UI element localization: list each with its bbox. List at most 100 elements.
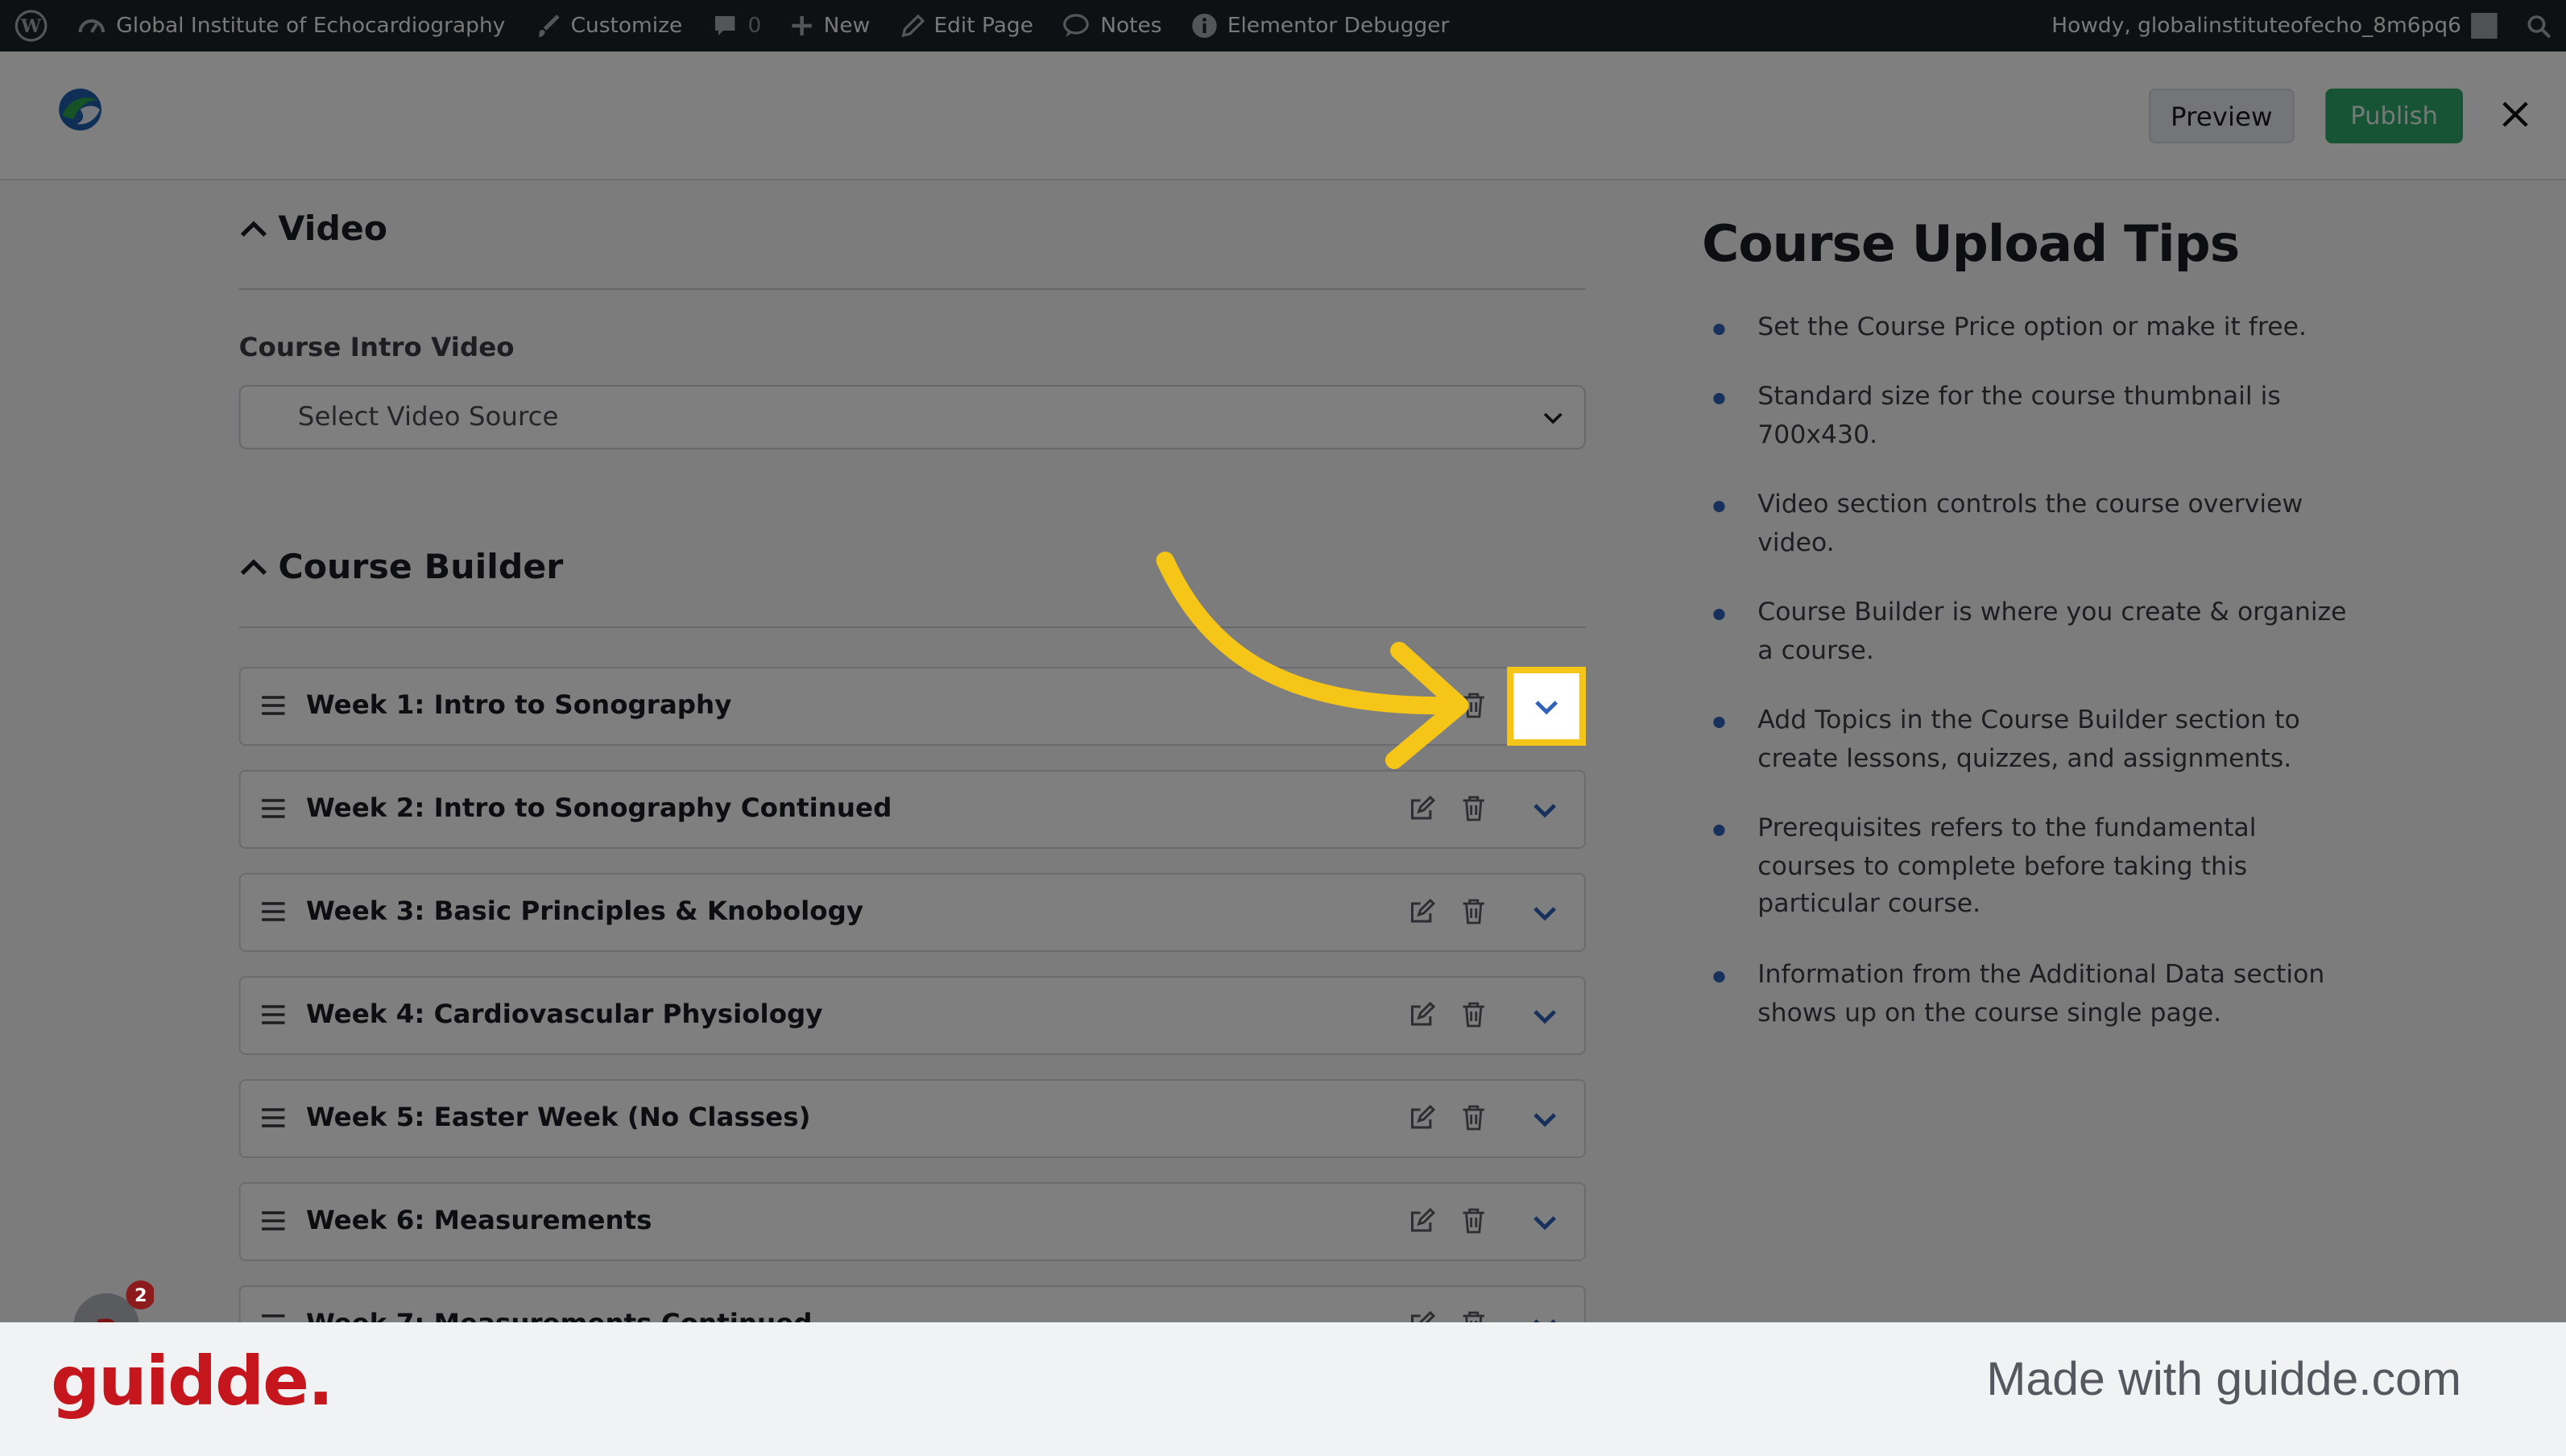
admin-bar-site[interactable]: Global Institute of Echocardiography: [62, 0, 519, 52]
expand-topic-button[interactable]: [1510, 1293, 1579, 1322]
howdy-label: Howdy, globalinstituteofecho_8m6pq6: [2051, 14, 2461, 38]
close-icon: [2502, 101, 2528, 127]
drag-handle-icon[interactable]: [260, 1313, 287, 1322]
drag-handle-icon[interactable]: [260, 1210, 287, 1232]
topic-row[interactable]: Week 4: Cardiovascular Physiology: [238, 976, 1586, 1055]
topic-row[interactable]: Week 6: Measurements: [238, 1182, 1586, 1261]
drag-handle-icon[interactable]: [260, 797, 287, 820]
admin-bar-account[interactable]: Howdy, globalinstituteofecho_8m6pq6: [2037, 0, 2512, 52]
preview-button[interactable]: Preview: [2148, 89, 2295, 143]
pencil-icon: [900, 14, 925, 37]
drag-handle-icon[interactable]: [260, 1106, 287, 1129]
topic-title: Week 2: Intro to Sonography Continued: [305, 792, 892, 823]
divider: [238, 288, 1586, 290]
plus-icon: [792, 16, 813, 35]
topic-title: Week 6: Measurements: [305, 1205, 652, 1235]
chevron-down-icon: [1533, 1319, 1557, 1322]
comments-count: 0: [747, 14, 762, 38]
new-label: New: [823, 14, 871, 38]
info-icon: [1192, 14, 1217, 38]
topic-title: Week 4: Cardiovascular Physiology: [305, 999, 823, 1029]
customize-label: Customize: [570, 14, 683, 38]
publish-button[interactable]: Publish: [2325, 89, 2464, 143]
made-with-label: Made with guidde.com: [1986, 1355, 2461, 1406]
topic-row[interactable]: Week 3: Basic Principles & Knobology: [238, 873, 1586, 952]
admin-bar-new[interactable]: New: [776, 0, 885, 52]
drag-handle-icon[interactable]: [260, 694, 287, 717]
admin-bar-search[interactable]: [2512, 0, 2566, 52]
course-intro-video-label: Course Intro Video: [238, 332, 515, 362]
expand-topic-button[interactable]: [1510, 1087, 1579, 1152]
edit-icon[interactable]: [1409, 1105, 1435, 1131]
debugger-label: Elementor Debugger: [1227, 14, 1450, 38]
chevron-down-icon: [1543, 412, 1562, 424]
admin-bar: W Global Institute of Echocardiography C…: [0, 0, 2566, 52]
video-section-toggle[interactable]: Video: [239, 209, 387, 248]
wordpress-logo-icon[interactable]: W: [0, 0, 62, 52]
trash-icon[interactable]: [1461, 1105, 1485, 1131]
drag-handle-icon[interactable]: [260, 900, 287, 923]
tip-item: Course Builder is where you create & org…: [1713, 594, 2347, 670]
topic-row[interactable]: Week 5: Easter Week (No Classes): [238, 1079, 1586, 1158]
expand-topic-button[interactable]: [1510, 1190, 1579, 1255]
chevron-down-icon: [1533, 1113, 1557, 1127]
paintbrush-icon: [537, 14, 560, 37]
course-builder-section-toggle[interactable]: Course Builder: [239, 548, 564, 586]
trash-icon[interactable]: [1461, 796, 1485, 821]
guidde-logo: guidde.: [50, 1342, 333, 1421]
trash-icon[interactable]: [1461, 1208, 1485, 1234]
edit-icon[interactable]: [1409, 1002, 1435, 1028]
guidde-footer: guidde. Made with guidde.com: [0, 1322, 2566, 1456]
speech-bubble-icon: [1063, 14, 1090, 37]
trash-icon[interactable]: [1461, 899, 1485, 924]
site-name: Global Institute of Echocardiography: [116, 14, 506, 38]
highlighted-expand-button[interactable]: [1507, 667, 1586, 746]
tip-item: Set the Course Price option or make it f…: [1713, 309, 2346, 347]
admin-bar-comments[interactable]: 0: [697, 0, 776, 52]
comment-icon: [714, 16, 735, 35]
course-builder-title: Course Builder: [278, 548, 564, 586]
edit-icon[interactable]: [1409, 796, 1435, 821]
video-section-title: Video: [278, 209, 388, 248]
chevron-down-icon: [1535, 700, 1558, 714]
trash-icon[interactable]: [1461, 1311, 1485, 1322]
edit-icon[interactable]: [1409, 1208, 1435, 1234]
chevron-down-icon: [1533, 1010, 1557, 1024]
admin-bar-edit-page[interactable]: Edit Page: [884, 0, 1048, 52]
chevron-up-icon: [240, 221, 267, 237]
tips-title: Course Upload Tips: [1702, 216, 2240, 274]
notes-label: Notes: [1100, 14, 1162, 38]
admin-bar-elementor-debugger[interactable]: Elementor Debugger: [1177, 0, 1464, 52]
tip-item: Video section controls the course overvi…: [1713, 486, 2346, 562]
expand-topic-button[interactable]: [1510, 881, 1579, 945]
tip-item: Add Topics in the Course Builder section…: [1713, 702, 2346, 778]
avatar: [2471, 13, 2498, 39]
site-logo-icon[interactable]: [57, 87, 103, 132]
expand-topic-button[interactable]: [1510, 984, 1579, 1049]
edit-icon[interactable]: [1409, 1311, 1435, 1322]
admin-bar-customize[interactable]: Customize: [520, 0, 697, 52]
tip-item: Standard size for the course thumbnail i…: [1713, 378, 2346, 454]
topic-title: Week 7: Measurements Continued: [306, 1308, 813, 1322]
edit-icon[interactable]: [1409, 899, 1435, 924]
expand-topic-button[interactable]: [1510, 778, 1579, 842]
admin-bar-notes[interactable]: Notes: [1048, 0, 1177, 52]
video-source-select[interactable]: Select Video Source: [238, 385, 1586, 449]
builder-header: Preview Publish: [0, 52, 2566, 180]
drag-handle-icon[interactable]: [260, 1003, 287, 1026]
video-source-value: Select Video Source: [297, 401, 559, 432]
trash-icon[interactable]: [1461, 1002, 1485, 1028]
chevron-up-icon: [240, 559, 267, 575]
chevron-down-icon: [1533, 907, 1557, 921]
svg-text:W: W: [20, 16, 42, 37]
close-button[interactable]: [2494, 93, 2537, 135]
search-icon: [2527, 14, 2552, 38]
chevron-down-icon: [1533, 804, 1557, 818]
topic-title: Week 5: Easter Week (No Classes): [305, 1102, 811, 1132]
chevron-down-icon: [1533, 1216, 1557, 1231]
topic-title: Week 3: Basic Principles & Knobology: [305, 896, 864, 926]
topic-row[interactable]: Week 7: Measurements Continued: [238, 1285, 1586, 1322]
dashboard-icon: [78, 19, 106, 34]
edit-page-label: Edit Page: [933, 14, 1033, 38]
tip-item: Prerequisites refers to the fundamental …: [1713, 810, 2346, 924]
